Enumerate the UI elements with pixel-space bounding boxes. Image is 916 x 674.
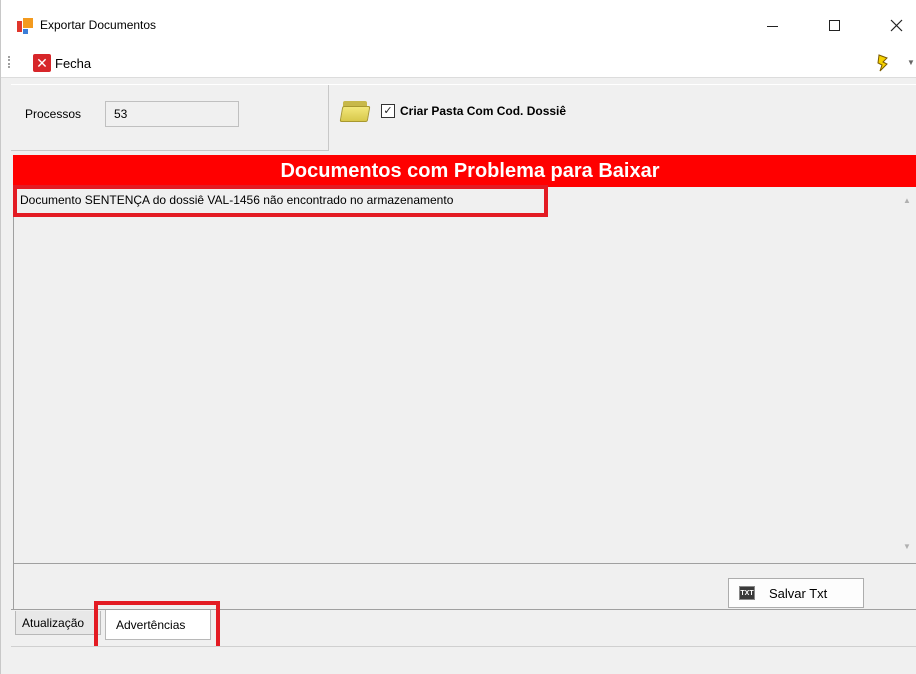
maximize-button[interactable]	[811, 10, 857, 40]
salvar-txt-label: Salvar Txt	[769, 585, 828, 601]
processos-field[interactable]: 53	[105, 101, 239, 127]
fecha-label: Fecha	[55, 55, 92, 71]
criar-pasta-group: ✓ Criar Pasta Com Cod. Dossiê	[339, 91, 566, 131]
close-window-button[interactable]	[873, 10, 916, 40]
minimize-button[interactable]	[749, 10, 795, 40]
close-x-icon: ✕	[33, 54, 51, 72]
minimize-icon	[766, 25, 778, 27]
processos-label: Processos	[25, 107, 82, 121]
processos-group: Processos 53	[11, 85, 329, 151]
lightning-icon[interactable]	[873, 54, 891, 72]
app-icon	[17, 18, 33, 34]
status-bar	[11, 646, 916, 674]
problems-header: Documentos com Problema para Baixar	[13, 155, 916, 187]
maximize-icon	[828, 19, 840, 31]
memo-actions-bar: TXT Salvar Txt	[13, 563, 916, 609]
problems-memo[interactable]: Documento SENTENÇA do dossiê VAL-1456 nã…	[13, 187, 916, 563]
folder-icon	[339, 99, 371, 123]
close-icon	[890, 19, 902, 31]
scroll-up-icon[interactable]: ▲	[903, 196, 911, 205]
criar-pasta-label[interactable]: Criar Pasta Com Cod. Dossiê	[400, 104, 566, 118]
options-panel: Processos 53 ✓ Criar Pasta Com Cod. Doss…	[11, 84, 916, 151]
window-title: Exportar Documentos	[40, 18, 157, 32]
fecha-button[interactable]: ✕ Fecha	[33, 53, 91, 73]
tab-atualizacao[interactable]: Atualização	[15, 611, 101, 635]
salvar-txt-button[interactable]: TXT Salvar Txt	[728, 578, 864, 608]
toolbar-grip[interactable]	[8, 56, 10, 68]
title-bar: Exportar Documentos	[1, 0, 916, 46]
criar-pasta-checkbox[interactable]: ✓	[381, 104, 395, 118]
export-documents-window: Exportar Documentos ✕ Fecha ▼ Processos	[0, 0, 916, 674]
toolbar-overflow-icon[interactable]: ▼	[907, 58, 915, 67]
scroll-down-icon[interactable]: ▼	[903, 542, 911, 551]
txt-file-icon: TXT	[739, 586, 755, 600]
problem-line: Documento SENTENÇA do dossiê VAL-1456 nã…	[20, 193, 454, 207]
tab-advertencias[interactable]: Advertências	[105, 610, 211, 640]
toolbar: ✕ Fecha ▼	[1, 46, 916, 78]
